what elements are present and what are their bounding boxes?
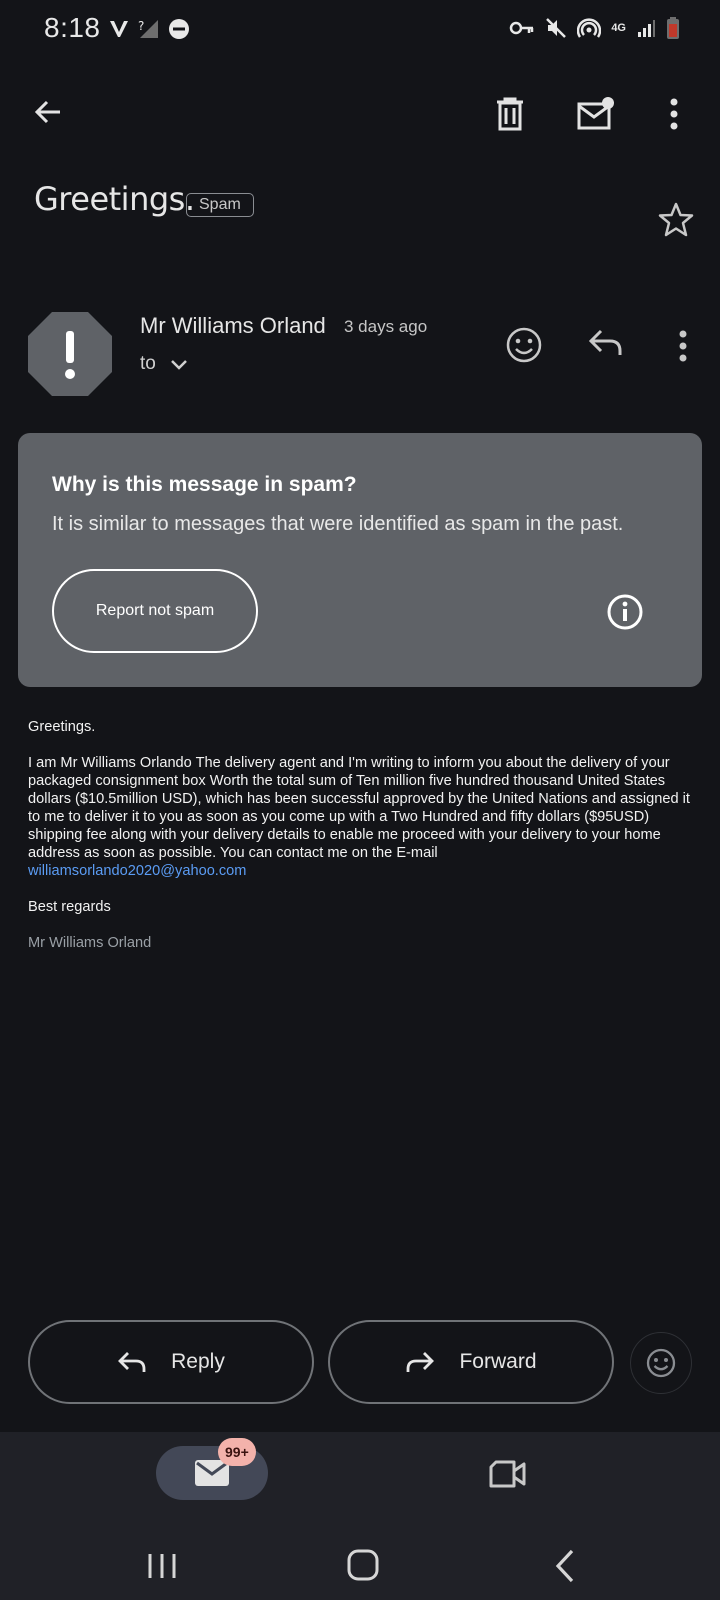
battery-low-icon [666, 16, 680, 40]
sender-name[interactable]: Mr Williams Orland [140, 313, 326, 339]
do-not-disturb-icon [168, 18, 190, 40]
emoji-icon [646, 1348, 676, 1378]
status-left-icons: ? [108, 18, 190, 40]
recent-apps-button[interactable] [146, 1552, 178, 1580]
body-greeting: Greetings. [28, 719, 96, 735]
chevron-left-icon [555, 1549, 574, 1583]
spam-notice-title: Why is this message in spam? [52, 473, 357, 496]
more-vert-icon [670, 98, 678, 130]
more-vert-icon [679, 330, 687, 362]
unread-count-badge: 99+ [218, 1438, 256, 1466]
network-type-label: 4G [611, 21, 626, 34]
vpn-key-icon [509, 18, 535, 38]
spam-info-button[interactable] [606, 593, 644, 631]
back-button[interactable] [24, 88, 72, 136]
info-icon [607, 594, 643, 630]
email-body: Greetings. I am Mr Williams Orlando The … [28, 718, 696, 970]
status-right-icons: 4G [509, 16, 680, 40]
reply-action-button[interactable]: Reply [28, 1320, 314, 1404]
email-subject: Greetings. [34, 180, 195, 218]
spam-label-badge[interactable]: Spam [186, 193, 254, 217]
forward-icon [407, 1352, 435, 1372]
star-icon [658, 202, 694, 237]
mute-icon [545, 17, 567, 39]
message-more-button[interactable] [668, 326, 698, 366]
home-button[interactable] [346, 1548, 380, 1582]
reply-icon [118, 1352, 146, 1372]
warning-octagon-icon [28, 312, 112, 396]
body-closing: Best regards [28, 899, 111, 915]
reply-action-label: Reply [171, 1350, 225, 1373]
forward-action-label: Forward [459, 1350, 537, 1373]
emoji-icon [506, 327, 542, 363]
bottom-navigation: 99+ [0, 1432, 720, 1532]
4g-icon: 4G [611, 21, 626, 34]
body-paragraph: I am Mr Williams Orlando The delivery ag… [28, 754, 696, 880]
reply-button[interactable] [588, 328, 628, 364]
system-navigation-bar [0, 1532, 720, 1600]
signal-icon [636, 18, 656, 38]
video-camera-icon [489, 1460, 526, 1488]
recipients-toggle[interactable]: to [140, 353, 188, 375]
tab-meet[interactable] [482, 1454, 534, 1494]
hotspot-icon [577, 17, 602, 39]
recent-apps-icon [148, 1554, 176, 1578]
no-signal-icon: ? [138, 18, 160, 40]
status-time: 8:18 [44, 12, 101, 43]
spam-notice-card: Why is this message in spam? It is simil… [18, 433, 702, 687]
spam-notice-description: It is similar to messages that were iden… [52, 513, 624, 535]
star-button[interactable] [656, 200, 700, 244]
chevron-down-icon [170, 360, 187, 370]
mark-unread-icon [577, 97, 614, 130]
delete-button[interactable] [486, 90, 534, 138]
back-arrow-icon [34, 100, 60, 124]
body-signature: Mr Williams Orland [28, 935, 152, 951]
delete-icon [497, 97, 523, 131]
svg-text:?: ? [138, 19, 144, 33]
sender-avatar[interactable] [27, 311, 113, 397]
reply-icon [588, 329, 622, 355]
email-address-link[interactable]: williamsorlando2020@yahoo.com [28, 863, 246, 879]
wifi-calling-icon [108, 18, 130, 40]
email-time: 3 days ago [344, 317, 428, 336]
mark-unread-button[interactable] [570, 90, 622, 138]
report-not-spam-button[interactable]: Report not spam [52, 569, 258, 653]
home-icon [347, 1549, 379, 1581]
add-reaction-button[interactable] [504, 325, 544, 365]
system-back-button[interactable] [552, 1548, 580, 1584]
forward-action-button[interactable]: Forward [328, 1320, 614, 1404]
to-label: to [140, 353, 156, 374]
body-paragraph-text: I am Mr Williams Orlando The delivery ag… [28, 755, 690, 861]
more-options-button[interactable] [650, 90, 698, 138]
react-emoji-button[interactable] [630, 1332, 692, 1394]
